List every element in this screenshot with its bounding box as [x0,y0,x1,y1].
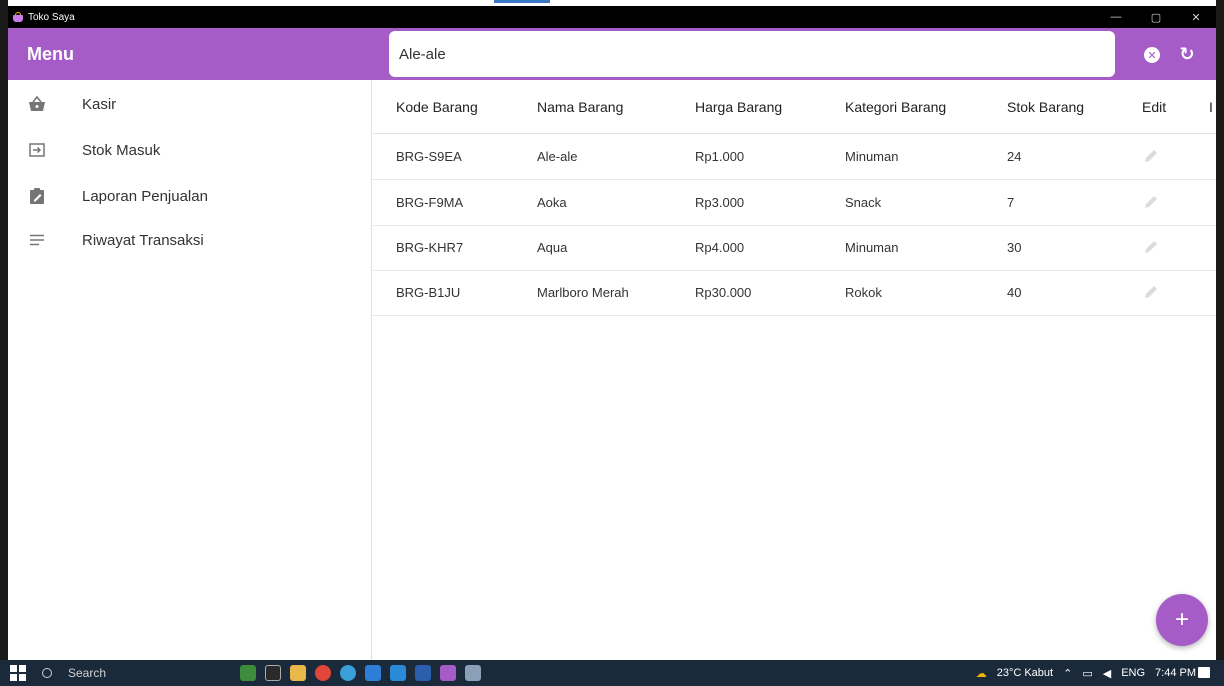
windows-start-icon[interactable] [10,665,26,681]
sidebar-item-stok-masuk[interactable]: Stok Masuk [8,130,372,170]
table-header: Kode Barang Nama Barang Harga Barang Kat… [373,80,1216,134]
refresh-icon[interactable]: ↻ [1177,42,1197,66]
weather-text[interactable]: 23°C Kabut [997,667,1053,679]
add-item-button[interactable]: + [1156,594,1208,646]
sidebar-item-kasir[interactable]: Kasir [8,84,372,124]
column-header-truncated: I [1209,99,1213,115]
column-header-kategori[interactable]: Kategori Barang [845,99,946,115]
sidebar-item-label: Riwayat Transaksi [82,231,204,249]
sidebar-item-label: Stok Masuk [82,141,161,159]
search-icon [42,668,52,678]
table-row[interactable]: BRG-S9EA Ale-ale Rp1.000 Minuman 24 [373,135,1216,180]
word-icon[interactable] [415,665,431,681]
cell-harga: Rp1.000 [695,149,745,164]
column-header-nama[interactable]: Nama Barang [537,99,623,115]
column-header-kode[interactable]: Kode Barang [396,99,478,115]
window-frame-left [0,0,8,686]
pencil-icon[interactable] [1143,148,1159,164]
cell-kode: BRG-S9EA [396,149,462,164]
search-header: ✕ ↻ [372,28,1216,80]
battery-icon[interactable]: ▭ [1082,667,1092,680]
cell-nama: Aoka [537,195,567,210]
column-header-edit[interactable]: Edit [1142,99,1166,115]
language-indicator[interactable]: ENG [1121,667,1145,679]
volume-icon[interactable]: ◀ [1103,667,1111,680]
chevron-up-icon[interactable]: ⌃ [1063,667,1072,680]
sidebar: Kasir Stok Masuk Laporan Penjualan Riway… [8,80,372,660]
basket-icon [28,95,46,113]
chrome-dev-icon[interactable] [340,665,356,681]
cell-kode: BRG-KHR7 [396,240,464,255]
cell-kategori: Minuman [845,240,899,255]
cell-stok: 24 [1007,149,1022,164]
task-view-icon[interactable] [265,665,281,681]
sidebar-item-laporan-penjualan[interactable]: Laporan Penjualan [8,176,372,216]
taskbar-search[interactable]: Search [42,660,106,686]
cell-harga: Rp3.000 [695,195,745,210]
login-icon [28,141,46,159]
pencil-icon[interactable] [1143,284,1159,300]
product-table: Kode Barang Nama Barang Harga Barang Kat… [373,80,1216,660]
cell-kode: BRG-F9MA [396,195,464,210]
os-taskbar: Search ☁ 23°C Kabut ⌃ ▭ ◀ ENG 7:44 PM [0,660,1224,686]
chrome-icon[interactable] [315,665,331,681]
close-window-button[interactable]: ✕ [1176,6,1216,28]
sidebar-item-label: Kasir [82,95,117,113]
cell-kategori: Rokok [845,285,882,300]
notification-icon[interactable] [1198,667,1210,678]
cell-harga: Rp4.000 [695,240,745,255]
taskbar-apps [240,665,490,681]
table-row[interactable]: BRG-KHR7 Aqua Rp4.000 Minuman 30 [373,226,1216,271]
cell-kategori: Minuman [845,149,899,164]
cell-kategori: Snack [845,195,882,210]
table-row[interactable]: BRG-F9MA Aoka Rp3.000 Snack 7 [373,181,1216,226]
game-app-icon[interactable] [240,665,256,681]
cell-stok: 30 [1007,240,1022,255]
sidebar-item-riwayat-transaksi[interactable]: Riwayat Transaksi [8,220,372,260]
sidebar-item-label: Laporan Penjualan [82,187,208,205]
cell-stok: 40 [1007,285,1022,300]
notepad-icon[interactable] [465,665,481,681]
edge-icon[interactable] [365,665,381,681]
column-header-harga[interactable]: Harga Barang [695,99,782,115]
weather-icon[interactable]: ☁ [976,667,987,680]
table-row[interactable]: BRG-B1JU Marlboro Merah Rp30.000 Rokok 4… [373,271,1216,316]
window-titlebar: Toko Saya — ▢ ✕ [8,6,1216,28]
cell-nama: Ale-ale [537,149,578,164]
cell-stok: 7 [1007,195,1015,210]
cell-nama: Marlboro Merah [537,285,629,300]
clock[interactable]: 7:44 PM [1155,667,1196,679]
window-title: Toko Saya [28,11,75,23]
window-frame-right [1216,0,1224,686]
menu-title: Menu [27,44,74,64]
system-tray: ☁ 23°C Kabut ⌃ ▭ ◀ ENG 7:44 PM [966,660,1196,686]
maximize-button[interactable]: ▢ [1136,6,1176,28]
close-circle-icon[interactable]: ✕ [1144,47,1160,63]
cell-nama: Aqua [537,240,568,255]
taskbar-search-label: Search [68,666,107,680]
toko-saya-app-icon[interactable] [440,665,456,681]
search-input[interactable] [399,45,1115,63]
pencil-icon[interactable] [1143,239,1159,255]
cell-harga: Rp30.000 [695,285,752,300]
vscode-icon[interactable] [390,665,406,681]
column-header-stok[interactable]: Stok Barang [1007,99,1084,115]
pencil-icon[interactable] [1143,194,1159,210]
menu-header: Menu [8,28,372,80]
cell-kode: BRG-B1JU [396,285,461,300]
list-icon [28,231,46,249]
clipboard-edit-icon [28,187,46,205]
minimize-button[interactable]: — [1096,6,1136,28]
titlebar-accent-line [494,0,550,3]
app-basket-icon [12,11,24,23]
file-explorer-icon[interactable] [290,665,306,681]
search-box[interactable] [389,31,1115,77]
